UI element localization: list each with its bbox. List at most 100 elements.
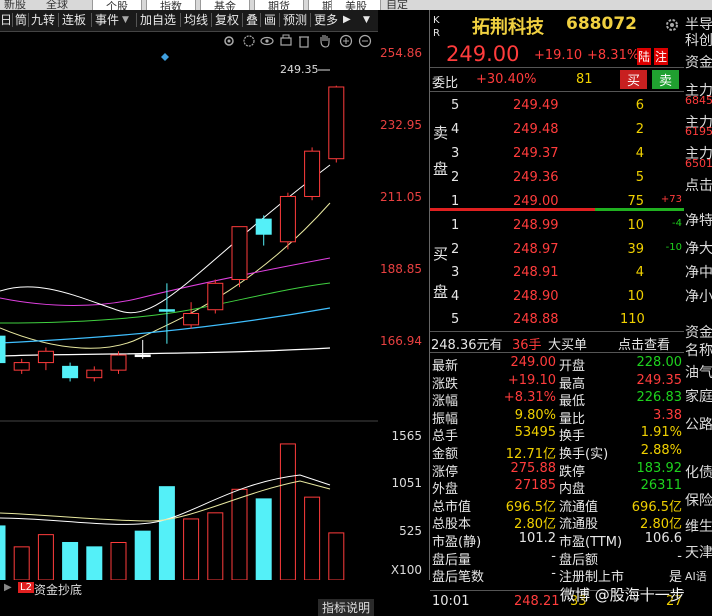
top-nav-item[interactable]: 基金: [200, 0, 250, 10]
detail-key: 跌停: [559, 464, 586, 480]
tool-adjust[interactable]: 复权: [215, 12, 239, 28]
chevron-down-icon[interactable]: ▼: [363, 12, 370, 28]
ask-volume: 6: [635, 98, 644, 113]
board-badge-2: 注: [654, 48, 669, 65]
detail-value: 101.2: [518, 531, 556, 546]
tool-nine-turn[interactable]: 九转: [31, 12, 55, 28]
axis-tick: 525: [399, 524, 422, 538]
print-icon[interactable]: [279, 34, 293, 48]
bottom-bar: L2 资金抄底 ▶ 指标说明: [0, 580, 430, 616]
play-icon[interactable]: ▶: [4, 582, 12, 593]
capital-tab[interactable]: 资金抄底: [34, 581, 82, 598]
sector-item[interactable]: 6195: [685, 125, 712, 138]
buy-strength-bar: [430, 208, 595, 211]
indicator-button[interactable]: 指标说明: [318, 599, 375, 616]
sector-item[interactable]: 资金: [685, 322, 712, 342]
sector-item[interactable]: 公路: [685, 414, 712, 434]
candle-body: [110, 354, 127, 371]
detail-value: -: [551, 548, 556, 564]
bid-row[interactable]: 2 248.97 39 -10: [430, 238, 684, 262]
top-nav-item[interactable]: 美股: [331, 0, 381, 10]
detail-key: 振幅: [432, 411, 459, 427]
hand-icon[interactable]: [318, 34, 332, 48]
zoom-out-icon[interactable]: [358, 34, 372, 48]
detail-key: 涨跌: [432, 376, 459, 392]
sector-item[interactable]: 资金: [685, 52, 712, 72]
sector-item[interactable]: 保险: [685, 490, 712, 510]
bid-price: 248.91: [513, 265, 559, 280]
volume-bar: [13, 546, 30, 580]
top-nav-item[interactable]: 新股: [4, 0, 26, 10]
tool-simple[interactable]: 筒: [15, 12, 27, 28]
tool-more[interactable]: 更多: [314, 12, 338, 28]
last-trade-hands: 36手: [512, 338, 542, 353]
tool-limit-board[interactable]: 连板: [62, 12, 86, 28]
bid-row[interactable]: 4 248.90 10: [430, 285, 684, 309]
detail-value: 是: [668, 570, 682, 586]
watermark: 微博 @股海十一步: [560, 586, 685, 604]
sector-item[interactable]: 净大: [685, 238, 712, 258]
volume-bar: [231, 488, 248, 580]
trash-icon[interactable]: [297, 34, 311, 48]
sector-item[interactable]: 天津: [685, 542, 712, 562]
sector-item[interactable]: 名称: [685, 340, 712, 360]
check-link[interactable]: 点击查看: [618, 334, 670, 353]
ask-price: 249.48: [513, 122, 559, 137]
detail-key: 外盘: [432, 482, 459, 498]
top-nav-item[interactable]: 期货: [254, 0, 304, 10]
top-nav-item[interactable]: 个股: [92, 0, 142, 10]
detail-value: 26311: [640, 478, 682, 494]
sector-item[interactable]: 科创: [685, 30, 712, 50]
sector-item[interactable]: 维生: [685, 516, 712, 536]
settings-icon[interactable]: [242, 34, 256, 48]
bid-volume: 110: [620, 312, 645, 327]
top-nav-item[interactable]: 全球: [46, 0, 68, 10]
tool-events[interactable]: 事件: [95, 12, 119, 28]
sector-item[interactable]: 净特: [685, 210, 712, 230]
board-badge: 陆: [637, 48, 652, 65]
sector-item[interactable]: 6501: [685, 157, 712, 170]
bid-price: 248.90: [513, 288, 559, 304]
sector-item[interactable]: AI语: [685, 568, 707, 584]
tool-forecast[interactable]: 预测: [283, 12, 307, 28]
tool-moving-average[interactable]: 均线: [184, 12, 208, 28]
zoom-in-icon[interactable]: [339, 34, 353, 48]
play-icon[interactable]: ▶: [343, 12, 351, 28]
sector-item[interactable]: 净小: [685, 286, 712, 306]
volume-chart[interactable]: [0, 423, 378, 580]
ask-row[interactable]: 3 249.37 4: [430, 142, 684, 166]
volume-bar: [304, 496, 321, 580]
top-nav-item[interactable]: 指数: [146, 0, 196, 10]
bid-row[interactable]: 3 248.91 4: [430, 261, 684, 285]
ask-row[interactable]: 2 249.36 5: [430, 166, 684, 190]
gear-icon[interactable]: [664, 17, 680, 33]
gear-icon[interactable]: [222, 34, 236, 48]
sector-item[interactable]: 净中: [685, 262, 712, 282]
bid-row[interactable]: 1 248.99 10 -4: [430, 214, 684, 238]
bid-price: 248.97: [513, 241, 559, 257]
sector-item[interactable]: 家庭: [685, 386, 712, 406]
tool-day[interactable]: 日: [0, 12, 12, 28]
ask-row[interactable]: 5 249.49 6: [430, 94, 684, 118]
sector-item[interactable]: 油气: [685, 362, 712, 382]
sell-strength-bar: [595, 208, 684, 211]
tool-overlay[interactable]: 叠: [246, 12, 258, 28]
bid-level: 5: [451, 312, 460, 327]
sell-button[interactable]: 卖: [652, 70, 680, 89]
ask-volume: 2: [635, 122, 644, 137]
ask-row[interactable]: 4 249.48 2: [430, 118, 684, 142]
eye-icon[interactable]: [260, 34, 274, 48]
axis-tick: 166.94: [380, 334, 422, 348]
detail-value: 106.6: [644, 531, 682, 546]
candlestick-chart[interactable]: 249.35: [0, 53, 378, 423]
sector-item[interactable]: 化债: [685, 462, 712, 482]
sector-item[interactable]: 点击: [685, 175, 712, 195]
volume-bar: [158, 486, 175, 580]
tool-draw[interactable]: 画: [264, 12, 276, 28]
sector-item[interactable]: 6845: [685, 94, 712, 107]
top-nav-item[interactable]: 自定: [386, 0, 408, 10]
chevron-down-icon[interactable]: ▼: [122, 12, 129, 28]
tool-add-watchlist[interactable]: 加自选: [140, 12, 176, 28]
buy-button[interactable]: 买: [620, 70, 648, 89]
bid-row[interactable]: 5 248.88 110: [430, 308, 684, 332]
